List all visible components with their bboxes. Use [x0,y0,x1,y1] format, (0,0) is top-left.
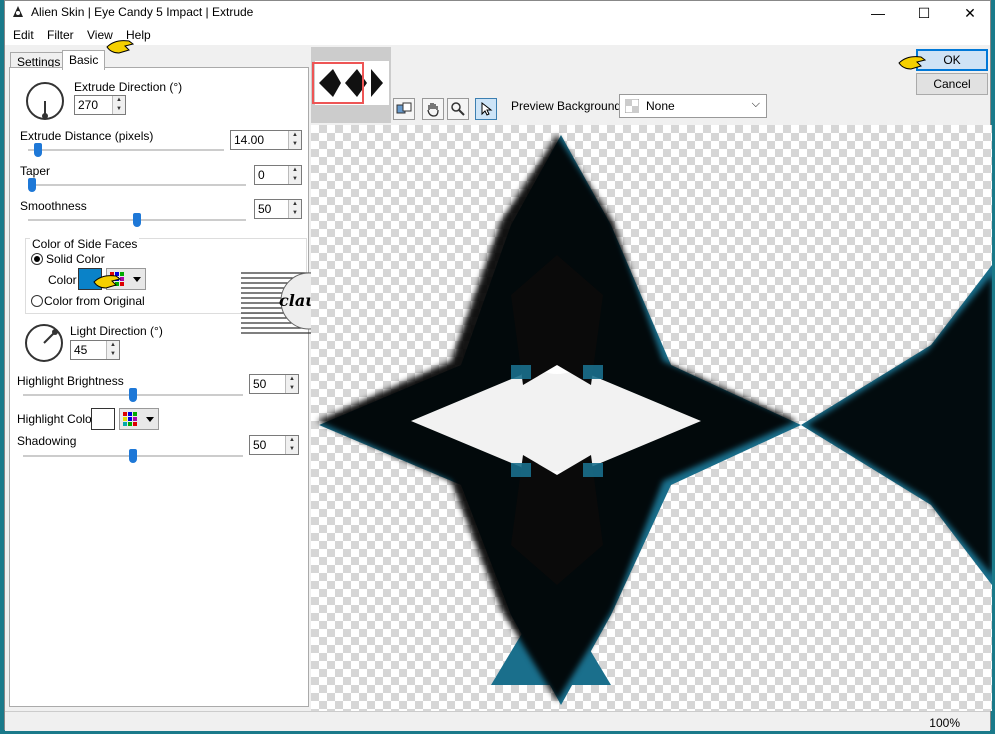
smoothness-input[interactable]: 50 ▲ ▼ [254,199,302,219]
solid-color-label: Solid Color [46,252,105,266]
shadowing-label: Shadowing [17,434,77,448]
pointing-hand-icon-ok [898,56,927,70]
extrude-direction-value: 270 [78,98,99,112]
color-from-original-radio[interactable] [31,295,43,307]
magnifier-icon [451,102,465,116]
minimize-button[interactable]: — [855,1,901,25]
transparency-icon [625,99,639,113]
status-bar: 100% [5,711,990,731]
chevron-down-icon: ⌵ [751,98,760,110]
shadowing-input[interactable]: 50 ▲ ▼ [249,435,299,455]
color-label: Color [48,273,77,287]
taper-input[interactable]: 0 ▲ ▼ [254,165,302,185]
preview-background-label: Preview Background: [511,99,625,113]
extrude-direction-input[interactable]: 270 ▲ ▼ [74,95,126,115]
light-direction-value: 45 [74,343,88,357]
preview-toggle-button[interactable] [393,98,415,120]
menu-edit[interactable]: Edit [13,28,34,42]
smoothness-slider[interactable] [133,213,141,227]
tab-basic[interactable]: Basic [62,50,106,70]
light-direction-needle [43,329,58,344]
menu-bar: Edit Filter View Help [5,25,990,54]
side-faces-group-label: Color of Side Faces [30,237,140,251]
extrude-preview-image [317,135,992,705]
pointing-hand-icon-color [93,275,122,289]
pointing-hand-icon [106,40,135,54]
light-direction-dial[interactable] [25,324,63,362]
taper-slider[interactable] [28,178,36,192]
app-window: Alien Skin | Eye Candy 5 Impact | Extrud… [4,0,992,731]
taper-stepper[interactable]: ▲ ▼ [288,166,301,184]
title-bar: Alien Skin | Eye Candy 5 Impact | Extrud… [5,1,990,25]
extrude-direction-dial[interactable] [26,82,64,120]
alien-skin-icon [13,6,23,17]
close-button[interactable]: ✕ [947,1,993,25]
color-from-original-label: Color from Original [44,294,145,308]
light-direction-label: Light Direction (°) [70,324,163,338]
extrude-distance-label: Extrude Distance (pixels) [20,129,154,143]
shadowing-slider[interactable] [129,449,137,463]
zoom-level: 100% [929,716,960,730]
menu-filter[interactable]: Filter [47,28,74,42]
navigator-thumbnail[interactable] [311,47,391,123]
shadowing-value: 50 [253,438,267,452]
window-title: Alien Skin | Eye Candy 5 Impact | Extrud… [31,5,254,19]
arrow-pointer-icon [481,101,493,116]
extrude-distance-input[interactable]: 14.00 ▲ ▼ [230,130,302,150]
preview-background-value: None [646,99,675,113]
maximize-button[interactable]: ☐ [901,1,947,25]
solid-color-radio[interactable] [31,253,43,265]
extrude-distance-value: 14.00 [234,133,265,147]
highlight-color-label: Highlight Color [17,412,96,426]
hand-tool-button[interactable] [422,98,444,120]
preview-background-select[interactable]: None ⌵ [619,94,767,118]
zoom-tool-button[interactable] [447,98,469,120]
taper-track [28,184,246,186]
extrude-distance-slider[interactable] [33,143,42,157]
extrude-direction-label: Extrude Direction (°) [74,80,183,94]
highlight-brightness-input[interactable]: 50 ▲ ▼ [249,374,299,394]
extrude-distance-track [28,149,224,151]
hand-icon [427,103,439,117]
extrude-distance-stepper[interactable]: ▲ ▼ [288,131,301,149]
palette-grid-icon-highlight [123,412,154,426]
before-after-icon [396,102,412,114]
highlight-brightness-label: Highlight Brightness [17,374,124,388]
light-direction-input[interactable]: 45 ▲ ▼ [70,340,120,360]
highlight-brightness-value: 50 [253,377,267,391]
highlight-palette-button[interactable] [119,408,159,430]
arrow-tool-button[interactable] [475,98,497,120]
smoothness-stepper[interactable]: ▲ ▼ [288,200,301,218]
preview-canvas[interactable] [311,125,992,711]
thumbnail-image [312,61,389,105]
taper-label: Taper [20,164,51,178]
shadowing-stepper[interactable]: ▲ ▼ [285,436,298,454]
extrude-direction-needle [42,101,48,119]
smoothness-value: 50 [258,202,272,216]
highlight-brightness-slider[interactable] [129,388,137,402]
highlight-color-swatch[interactable] [91,408,115,430]
highlight-brightness-stepper[interactable]: ▲ ▼ [285,375,298,393]
cancel-button[interactable]: Cancel [916,73,988,95]
extrude-direction-stepper[interactable]: ▲ ▼ [112,96,125,114]
smoothness-label: Smoothness [20,199,87,213]
taper-value: 0 [258,168,265,182]
light-direction-stepper[interactable]: ▲ ▼ [106,341,119,359]
